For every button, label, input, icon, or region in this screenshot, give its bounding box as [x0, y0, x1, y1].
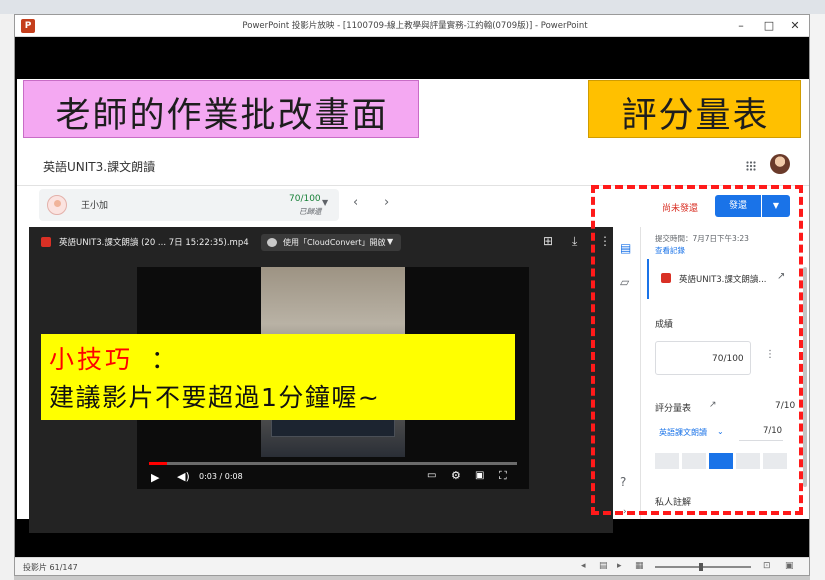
gear-icon[interactable]: ⚙: [451, 469, 461, 482]
google-apps-icon[interactable]: [746, 161, 756, 171]
previous-student-icon[interactable]: ‹: [353, 195, 358, 210]
rubric-highlight-frame: [591, 185, 803, 515]
student-selector[interactable]: 王小加 70/100 已歸還 ▼: [39, 189, 339, 221]
chevron-down-icon: ▼: [387, 237, 394, 246]
tip-title: 小技巧: [49, 345, 134, 374]
student-score: 70/100: [289, 194, 321, 204]
download-icon[interactable]: ⤓: [572, 234, 577, 249]
student-avatar: [47, 195, 67, 215]
open-with-label: 使用「CloudConvert」開啟: [283, 238, 386, 247]
fullscreen-icon[interactable]: ⛶: [499, 469, 507, 483]
window-title: PowerPoint 投影片放映 - [1100709-線上教學與評量實務-江約…: [242, 21, 588, 31]
student-name: 王小加: [81, 201, 109, 211]
present-icon[interactable]: ▣: [785, 561, 794, 571]
slide-sorter-icon[interactable]: ▦: [635, 561, 644, 571]
powerpoint-window: P PowerPoint 投影片放映 - [1100709-線上教學與評量實務-…: [14, 14, 810, 576]
tip-body: 建議影片不要超過1分鐘喔~: [49, 383, 381, 412]
maximize-button[interactable]: □: [759, 18, 779, 34]
background-browser-tabs: [0, 0, 825, 14]
play-icon[interactable]: ▶: [151, 471, 159, 484]
add-to-drive-icon[interactable]: ⊞: [543, 234, 553, 248]
teacher-grading-label: 老師的作業批改畫面: [23, 80, 419, 138]
video-progress-fill: [149, 462, 167, 465]
student-dropdown-icon: ▼: [322, 198, 329, 207]
powerpoint-app-icon: P: [21, 19, 35, 33]
video-progress-bar[interactable]: [149, 462, 517, 465]
notes-icon[interactable]: ▤: [599, 561, 608, 571]
assignment-title: 英語UNIT3.課文朗讀: [43, 160, 156, 174]
status-bar: 投影片 61/147 ◂ ▤ ▸ ▦ ⊡ ▣: [15, 557, 809, 575]
account-avatar[interactable]: [770, 154, 790, 174]
background-browser-edge: [810, 14, 825, 580]
video-file-name: 英語UNIT3.課文朗讀 (20 ... 7日 15:22:35).mp4: [59, 238, 249, 248]
rubric-label-banner-text: 評分量表: [621, 96, 770, 136]
tip-overlay: 小技巧 ： 建議影片不要超過1分鐘喔~: [41, 334, 515, 420]
tip-colon: ：: [151, 345, 177, 374]
video-time: 0:03 / 0:08: [199, 472, 243, 481]
title-bar: P PowerPoint 投影片放映 - [1100709-線上教學與評量實務-…: [15, 15, 809, 37]
slide: 老師的作業批改畫面 評分量表 英語UNIT3.課文朗讀 王小加 70/100 已…: [17, 79, 809, 533]
background-browser-sidebar: [0, 14, 14, 580]
video-file-icon: [41, 237, 51, 247]
rubric-label-banner: 評分量表: [588, 80, 801, 138]
student-status: 已歸還: [299, 207, 322, 216]
prev-slide-icon[interactable]: ◂: [581, 561, 586, 571]
slide-count: 投影片 61/147: [23, 563, 78, 572]
teacher-grading-label-text: 老師的作業批改畫面: [55, 96, 389, 136]
cloud-icon: [267, 238, 277, 247]
minimize-button[interactable]: –: [731, 18, 751, 34]
fit-slide-icon[interactable]: ⊡: [763, 561, 771, 571]
zoom-slider-knob[interactable]: [699, 563, 703, 571]
open-with-button[interactable]: 使用「CloudConvert」開啟 ▼: [261, 234, 401, 251]
close-button[interactable]: ✕: [785, 18, 805, 34]
miniplayer-icon[interactable]: ▣: [475, 470, 484, 481]
next-student-icon[interactable]: ›: [384, 195, 389, 210]
panel-scrollbar[interactable]: [803, 267, 807, 487]
next-slide-icon[interactable]: ▸: [617, 561, 622, 571]
video-header: 英語UNIT3.課文朗讀 (20 ... 7日 15:22:35).mp4 使用…: [29, 227, 613, 255]
captions-icon[interactable]: ▭: [427, 470, 436, 481]
volume-icon[interactable]: ◀): [177, 470, 190, 483]
zoom-slider[interactable]: [655, 563, 751, 571]
